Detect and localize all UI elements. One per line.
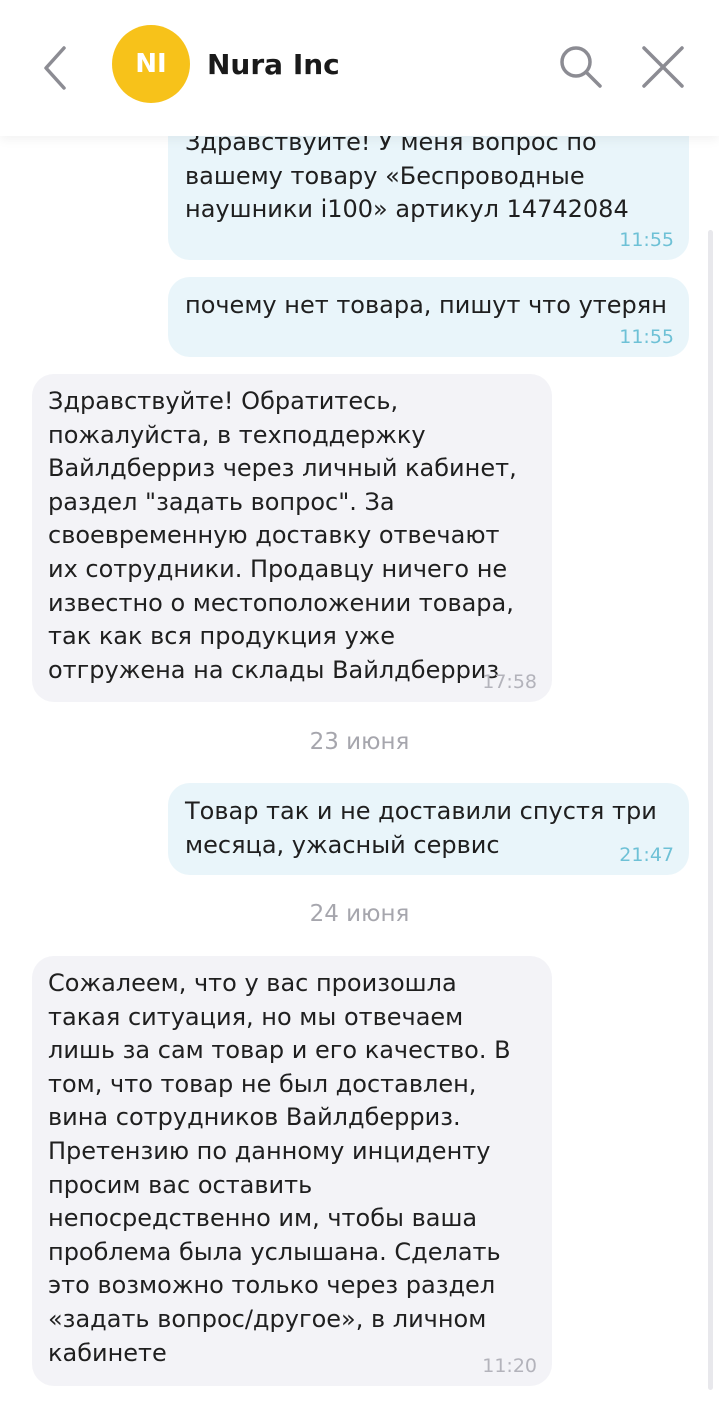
avatar[interactable]: NI: [112, 25, 190, 103]
close-button[interactable]: [638, 42, 688, 92]
message-bubble-outgoing[interactable]: почему нет товара, пишут что утерян 11:5…: [168, 277, 689, 357]
message-text: почему нет товара, пишут что утерян: [185, 291, 667, 319]
date-separator: 24 июня: [309, 901, 410, 927]
search-button[interactable]: [556, 42, 604, 90]
date-separator: 23 июня: [309, 729, 410, 755]
message-time: 17:58: [482, 671, 537, 693]
message-time: 11:55: [619, 229, 674, 251]
message-text: Здравствуйте! Обратитесь, пожалуйста, в …: [48, 387, 517, 684]
scrollbar[interactable]: [708, 230, 713, 1390]
chevron-left-icon: [44, 46, 66, 90]
chat-screen: Здравствуйте! У меня вопрос по вашему то…: [0, 0, 719, 1404]
close-icon: [642, 46, 684, 88]
message-time: 11:55: [619, 326, 674, 348]
chat-title[interactable]: Nura Inc: [207, 48, 340, 81]
message-text: Сожалеем, что у вас произошла такая ситу…: [48, 969, 511, 1367]
message-time: 11:20: [482, 1355, 537, 1377]
message-text: Товар так и не доставили спустя три меся…: [185, 797, 657, 859]
chat-header: NI Nura Inc: [0, 0, 719, 136]
search-icon: [560, 46, 602, 88]
message-time: 21:47: [619, 844, 674, 866]
message-bubble-incoming[interactable]: Здравствуйте! Обратитесь, пожалуйста, в …: [32, 374, 552, 702]
message-bubble-incoming[interactable]: Сожалеем, что у вас произошла такая ситу…: [32, 956, 552, 1386]
back-button[interactable]: [30, 44, 78, 92]
message-bubble-outgoing[interactable]: Товар так и не доставили спустя три меся…: [168, 783, 689, 875]
message-list[interactable]: Здравствуйте! У меня вопрос по вашему то…: [0, 0, 719, 1404]
message-text: Здравствуйте! У меня вопрос по вашему то…: [185, 128, 629, 224]
